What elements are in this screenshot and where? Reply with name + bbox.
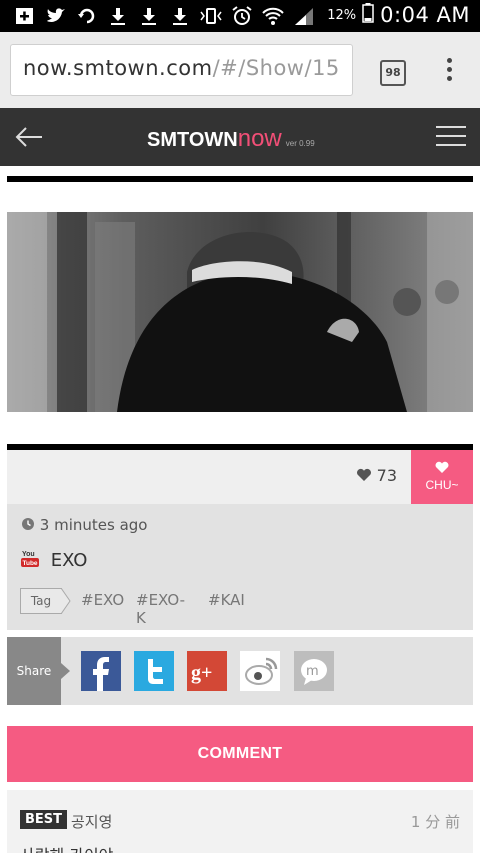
comment-button[interactable]: COMMENT [7, 726, 473, 782]
logo-smtown: SMTOWN [147, 129, 238, 151]
browser-toolbar: now.smtown.com/#/Show/15 98 [0, 32, 480, 108]
tag-label: Tag [20, 588, 62, 614]
menu-icon[interactable] [436, 126, 466, 150]
comment-time: 1 分 前 [410, 813, 460, 831]
smtown-now-logo[interactable]: SMTOWNnow ver 0.99 [147, 125, 315, 153]
add-box-icon [14, 6, 36, 26]
likes-row: 73 CHU~ [7, 450, 473, 504]
tag-link[interactable]: #EXO [81, 591, 124, 609]
weibo-share-button[interactable] [240, 651, 280, 691]
comment-author: 공지영 [71, 813, 113, 831]
share-label: Share [7, 637, 61, 705]
gplus-text: g+ [191, 662, 212, 684]
post-meta: 3 minutes ago You Tube EXO Tag #EXO #EXO… [7, 504, 473, 630]
video-player[interactable] [7, 212, 473, 412]
kakao-share-button[interactable]: m [294, 651, 334, 691]
share-arrow [61, 663, 70, 679]
artist[interactable]: You Tube EXO [21, 548, 87, 571]
tag-link[interactable]: #EXO-K [136, 591, 185, 627]
best-badge: BEST [20, 810, 68, 829]
chat-icon: m [301, 659, 327, 685]
youtube-tube: Tube [23, 560, 38, 567]
artist-name: EXO [50, 550, 88, 571]
download-icon [169, 6, 191, 26]
youtube-you: You [22, 551, 35, 558]
twitter-share-button[interactable] [134, 651, 174, 691]
browser-menu-icon[interactable] [444, 58, 454, 86]
like-count-value: 73 [376, 466, 397, 485]
battery-percent: 12% [327, 7, 357, 23]
status-right: 12% 0:04 AM [327, 3, 470, 27]
tag-link[interactable]: #KAI [208, 591, 245, 609]
tag-arrow [61, 588, 71, 614]
chu-label: CHU~ [425, 478, 459, 492]
notification-icons [14, 6, 315, 26]
post-time-text: 3 minutes ago [39, 516, 148, 534]
divider [7, 176, 473, 182]
weibo-icon [245, 657, 278, 685]
clock: 0:04 AM [380, 3, 470, 27]
sync-icon [76, 6, 98, 26]
vibrate-icon [200, 6, 222, 26]
wifi-icon [262, 6, 284, 26]
url-path: /#/Show/15 [212, 56, 340, 80]
post-time: 3 minutes ago [21, 516, 147, 534]
url-text: now.smtown.com/#/Show/15 [23, 56, 340, 80]
download-icon [107, 6, 129, 26]
chu-button[interactable]: CHU~ [411, 450, 473, 504]
facebook-icon [93, 657, 109, 691]
alarm-icon [231, 6, 253, 26]
twitter-icon [148, 659, 163, 684]
best-comment: BEST 공지영 1 分 前 사랑해 카이야 [7, 790, 473, 853]
tabs-button[interactable]: 98 [380, 60, 406, 86]
youtube-icon: You Tube [21, 551, 39, 567]
clock-icon [22, 518, 34, 530]
url-domain: now.smtown.com [23, 56, 213, 80]
app-header: SMTOWNnow ver 0.99 [0, 108, 480, 166]
facebook-share-button[interactable] [81, 651, 121, 691]
heart-icon [356, 468, 371, 481]
video-frame [7, 212, 473, 412]
share-bar: Share g+ m [7, 637, 473, 705]
twitter-icon [45, 6, 67, 26]
comment-text: 사랑해 카이야 [20, 842, 113, 853]
heart-icon [435, 461, 449, 473]
url-bar[interactable]: now.smtown.com/#/Show/15 [10, 44, 353, 96]
back-arrow-icon[interactable] [14, 124, 46, 150]
logo-now: now [237, 125, 282, 152]
gplus-icon: g+ [191, 662, 212, 684]
svg-text:m: m [306, 664, 319, 679]
signal-icon [293, 6, 315, 26]
battery-icon [362, 3, 374, 27]
status-bar: 12% 0:04 AM [0, 0, 480, 32]
download-icon [138, 6, 160, 26]
like-count: 73 [356, 466, 397, 485]
gplus-share-button[interactable]: g+ [187, 651, 227, 691]
logo-version: ver 0.99 [285, 139, 315, 148]
